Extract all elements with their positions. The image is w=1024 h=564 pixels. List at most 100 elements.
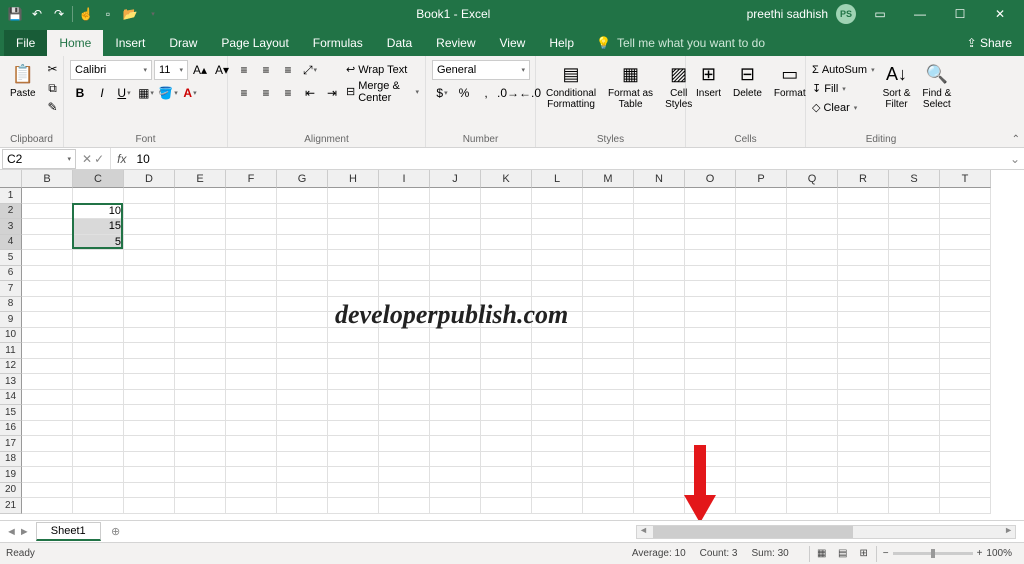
cell-B3[interactable] [22, 219, 73, 235]
column-header-D[interactable]: D [124, 170, 175, 188]
cell-T18[interactable] [940, 452, 991, 468]
cell-O3[interactable] [685, 219, 736, 235]
cell-Q3[interactable] [787, 219, 838, 235]
cell-K3[interactable] [481, 219, 532, 235]
cell-G11[interactable] [277, 343, 328, 359]
cell-G5[interactable] [277, 250, 328, 266]
cell-K8[interactable] [481, 297, 532, 313]
cell-H11[interactable] [328, 343, 379, 359]
cell-R14[interactable] [838, 390, 889, 406]
wrap-text-button[interactable]: ↩Wrap Text [346, 60, 419, 79]
cell-I10[interactable] [379, 328, 430, 344]
cell-T9[interactable] [940, 312, 991, 328]
cell-L12[interactable] [532, 359, 583, 375]
cell-C13[interactable] [73, 374, 124, 390]
delete-cells-button[interactable]: ⊟Delete [729, 60, 766, 101]
column-header-F[interactable]: F [226, 170, 277, 188]
cell-M14[interactable] [583, 390, 634, 406]
cell-D3[interactable] [124, 219, 175, 235]
cell-N4[interactable] [634, 235, 685, 251]
cell-O9[interactable] [685, 312, 736, 328]
cell-L6[interactable] [532, 266, 583, 282]
cell-J7[interactable] [430, 281, 481, 297]
user-avatar[interactable]: PS [836, 4, 856, 24]
cell-O5[interactable] [685, 250, 736, 266]
cell-G15[interactable] [277, 405, 328, 421]
cell-L8[interactable] [532, 297, 583, 313]
cell-F11[interactable] [226, 343, 277, 359]
tab-review[interactable]: Review [424, 30, 487, 56]
cell-I13[interactable] [379, 374, 430, 390]
cell-R12[interactable] [838, 359, 889, 375]
cell-S12[interactable] [889, 359, 940, 375]
tell-me-search[interactable]: 💡 Tell me what you want to do [586, 30, 775, 56]
cell-O16[interactable] [685, 421, 736, 437]
cell-F6[interactable] [226, 266, 277, 282]
cell-N8[interactable] [634, 297, 685, 313]
zoom-slider[interactable] [893, 552, 973, 555]
cell-G18[interactable] [277, 452, 328, 468]
cell-R5[interactable] [838, 250, 889, 266]
align-bottom-icon[interactable]: ≡ [278, 60, 298, 80]
cell-S8[interactable] [889, 297, 940, 313]
cell-D13[interactable] [124, 374, 175, 390]
column-header-S[interactable]: S [889, 170, 940, 188]
cell-P21[interactable] [736, 498, 787, 514]
cell-R20[interactable] [838, 483, 889, 499]
cell-N10[interactable] [634, 328, 685, 344]
bold-button[interactable]: B [70, 83, 90, 103]
cell-E3[interactable] [175, 219, 226, 235]
cell-C11[interactable] [73, 343, 124, 359]
cell-Q9[interactable] [787, 312, 838, 328]
cell-S16[interactable] [889, 421, 940, 437]
cell-H18[interactable] [328, 452, 379, 468]
cell-K5[interactable] [481, 250, 532, 266]
cell-J15[interactable] [430, 405, 481, 421]
cell-R7[interactable] [838, 281, 889, 297]
row-header-14[interactable]: 14 [0, 390, 22, 406]
cell-C10[interactable] [73, 328, 124, 344]
comma-icon[interactable]: , [476, 83, 496, 103]
cell-K1[interactable] [481, 188, 532, 204]
page-break-view-icon[interactable]: ⊞ [854, 546, 874, 562]
cell-J16[interactable] [430, 421, 481, 437]
cell-R15[interactable] [838, 405, 889, 421]
cell-B13[interactable] [22, 374, 73, 390]
cell-I11[interactable] [379, 343, 430, 359]
cell-E16[interactable] [175, 421, 226, 437]
cell-C15[interactable] [73, 405, 124, 421]
cell-S9[interactable] [889, 312, 940, 328]
cell-C16[interactable] [73, 421, 124, 437]
zoom-in-button[interactable]: + [977, 548, 983, 559]
cell-P14[interactable] [736, 390, 787, 406]
underline-button[interactable]: U▾ [114, 83, 134, 103]
cell-O7[interactable] [685, 281, 736, 297]
cell-S5[interactable] [889, 250, 940, 266]
cell-G12[interactable] [277, 359, 328, 375]
cell-J20[interactable] [430, 483, 481, 499]
cell-N7[interactable] [634, 281, 685, 297]
cell-D1[interactable] [124, 188, 175, 204]
cell-B2[interactable] [22, 204, 73, 220]
cell-T10[interactable] [940, 328, 991, 344]
cell-B21[interactable] [22, 498, 73, 514]
cell-M17[interactable] [583, 436, 634, 452]
cell-G7[interactable] [277, 281, 328, 297]
cell-P13[interactable] [736, 374, 787, 390]
cell-Q5[interactable] [787, 250, 838, 266]
cell-M11[interactable] [583, 343, 634, 359]
tab-help[interactable]: Help [537, 30, 586, 56]
cell-K12[interactable] [481, 359, 532, 375]
cell-O13[interactable] [685, 374, 736, 390]
cell-P8[interactable] [736, 297, 787, 313]
cell-L5[interactable] [532, 250, 583, 266]
cell-J17[interactable] [430, 436, 481, 452]
cell-F17[interactable] [226, 436, 277, 452]
cell-I6[interactable] [379, 266, 430, 282]
cell-F21[interactable] [226, 498, 277, 514]
cell-G4[interactable] [277, 235, 328, 251]
currency-icon[interactable]: $▾ [432, 83, 452, 103]
cell-F9[interactable] [226, 312, 277, 328]
cell-I7[interactable] [379, 281, 430, 297]
cell-Q4[interactable] [787, 235, 838, 251]
